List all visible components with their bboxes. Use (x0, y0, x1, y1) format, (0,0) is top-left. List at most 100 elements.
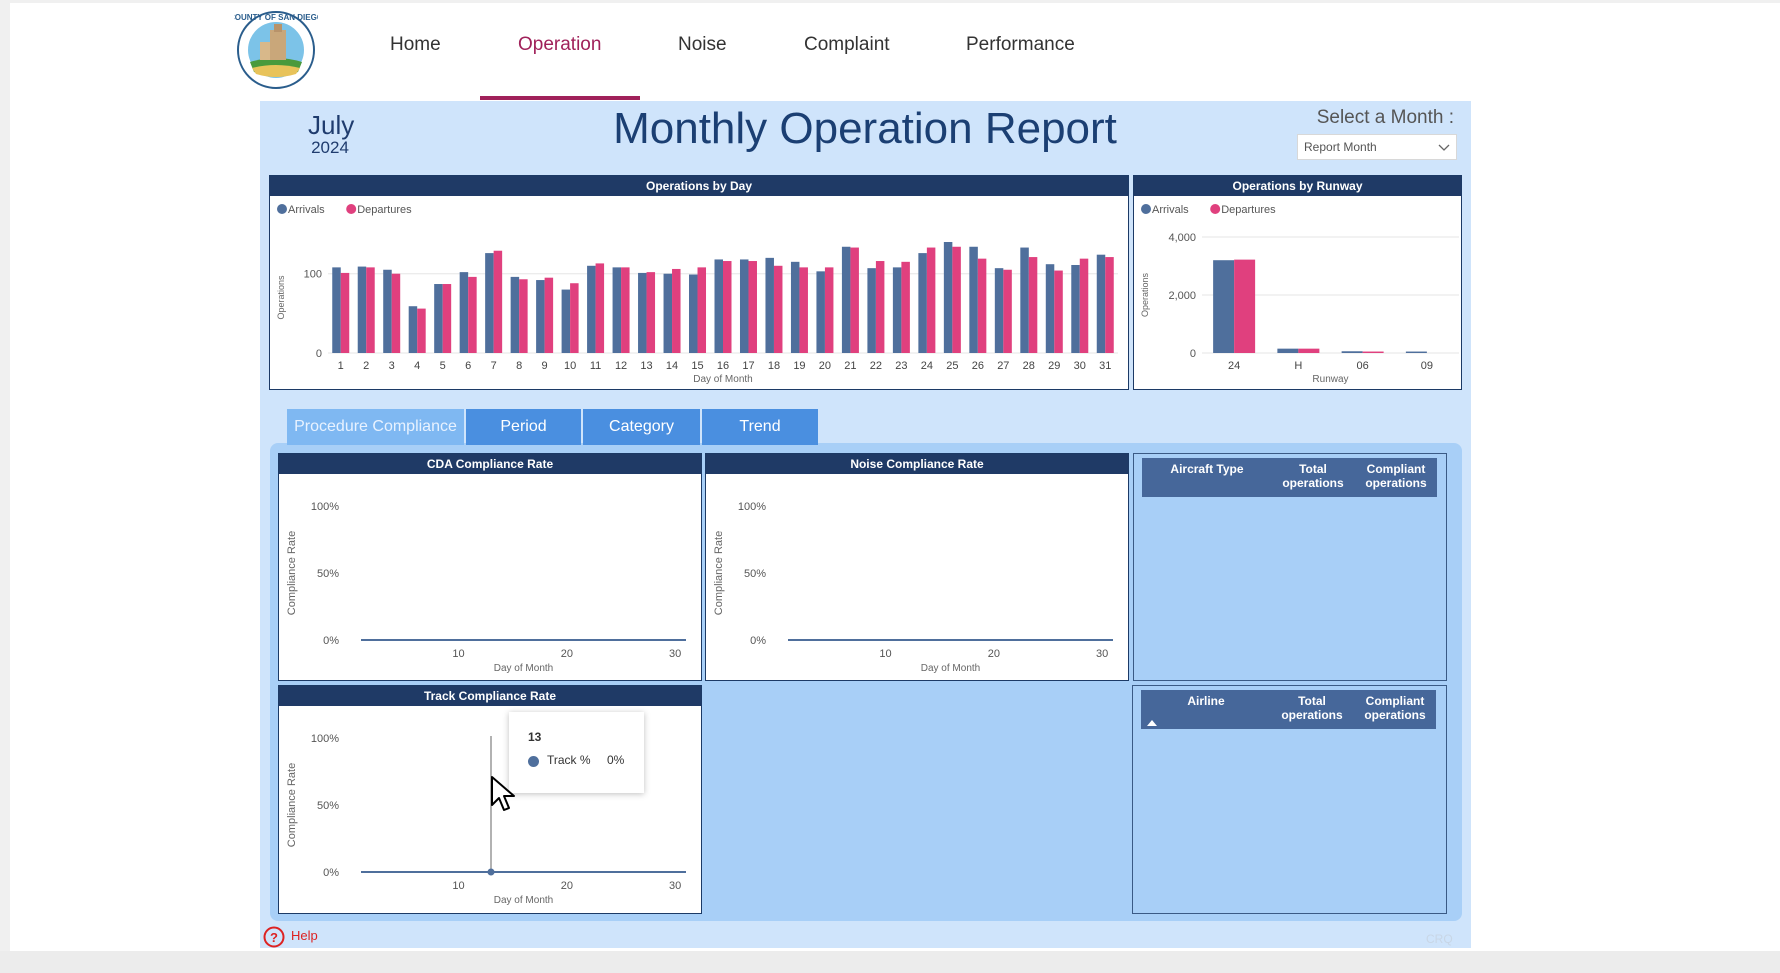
bar-arrivals (1071, 264, 1080, 353)
y-tick-label: 100 (304, 269, 322, 281)
airline-col-total[interactable]: Total operations (1277, 694, 1347, 722)
x-tick-label: 10 (452, 880, 464, 892)
noise-compliance-title: Noise Compliance Rate (706, 454, 1128, 474)
x-tick-label: 13 (640, 360, 652, 372)
x-tick-label: 06 (1357, 360, 1369, 372)
nav-performance[interactable]: Performance (966, 34, 1075, 56)
x-axis-label: Day of Month (494, 663, 553, 674)
page-title: Monthly Operation Report (613, 104, 1117, 153)
sort-up-icon[interactable] (1147, 720, 1157, 726)
bar-departures (570, 283, 579, 353)
month-select[interactable]: Report Month (1297, 134, 1457, 160)
bar-arrivals (841, 246, 851, 353)
bar-arrivals (1213, 260, 1235, 353)
x-tick-label: H (1294, 360, 1302, 372)
x-tick-label: 1 (338, 360, 344, 372)
x-tick-label: 9 (542, 360, 548, 372)
bar-departures (901, 261, 910, 353)
bar-arrivals (969, 246, 978, 353)
y-tick-label: 100% (311, 733, 339, 745)
y-axis-label: Compliance Rate (713, 531, 725, 615)
nav-home[interactable]: Home (390, 34, 441, 56)
nav-noise[interactable]: Noise (678, 34, 727, 56)
y-axis-label: Compliance Rate (286, 531, 298, 615)
bar-departures (850, 247, 859, 353)
cda-compliance-chart[interactable]: 0% 50% 100% 10 20 30 Day of Month Compliance Ra… (279, 474, 701, 680)
bar-arrivals (1405, 351, 1427, 353)
aircraft-col-compliant[interactable]: Compliant operations (1358, 462, 1434, 490)
bar-departures (926, 247, 936, 353)
tab-category[interactable]: Category (583, 409, 700, 445)
bar-departures (1054, 270, 1063, 353)
x-tick-label: 30 (669, 880, 681, 892)
bar-departures (493, 250, 503, 353)
track-compliance-title: Track Compliance Rate (279, 686, 701, 706)
x-tick-label: 20 (561, 880, 573, 892)
bar-arrivals (765, 257, 774, 353)
bar-arrivals (587, 265, 596, 353)
select-month-label: Select a Month : (1316, 107, 1454, 128)
legend-marker (1210, 204, 1221, 214)
x-tick-label: 31 (1099, 360, 1111, 372)
tooltip-series: Track % (547, 753, 591, 767)
bar-arrivals (994, 268, 1004, 353)
bar-arrivals (459, 272, 469, 353)
x-tick-label: 15 (691, 360, 703, 372)
svg-text:COUNTY OF SAN DIEGO: COUNTY OF SAN DIEGO (234, 13, 318, 22)
bar-arrivals (408, 306, 418, 353)
bar-arrivals (383, 269, 392, 353)
cda-compliance-card: CDA Compliance Rate 0% 50% 100% 10 20 30 Day o… (278, 453, 702, 681)
y-axis-label: Operations (1140, 272, 1150, 317)
x-tick-label: 10 (564, 360, 576, 372)
x-tick-label: 18 (768, 360, 780, 372)
nav-operation[interactable]: Operation (518, 34, 601, 56)
bar-arrivals (536, 280, 545, 353)
x-tick-label: 3 (389, 360, 395, 372)
airline-table[interactable]: Airline Total operations Compliant opera… (1132, 685, 1447, 914)
bar-arrivals (612, 267, 622, 353)
bar-arrivals (739, 259, 749, 353)
x-tick-label: 4 (414, 360, 420, 372)
x-tick-label: 2 (363, 360, 369, 372)
ops-by-day-chart[interactable]: Arrivals Departures01001 2 3 4 5 6 7 8 9 10 11 12 13 1… (270, 196, 1128, 389)
tab-procedure-compliance[interactable]: Procedure Compliance (287, 409, 464, 445)
bar-departures (977, 258, 987, 353)
month-select-value: Report Month (1304, 140, 1377, 154)
bar-arrivals (867, 268, 876, 353)
aircraft-table-header: Aircraft Type Total operations Compliant… (1142, 458, 1437, 497)
x-tick-label: 17 (742, 360, 754, 372)
ops-by-runway-title: Operations by Runway (1134, 176, 1461, 196)
x-axis-label: Day of Month (921, 663, 980, 674)
help-icon[interactable]: ? (263, 926, 285, 948)
aircraft-type-table[interactable]: Aircraft Type Total operations Compliant… (1133, 453, 1447, 681)
legend-label: Arrivals (1152, 204, 1189, 216)
aircraft-col-total[interactable]: Total operations (1278, 462, 1348, 490)
help-link[interactable]: Help (291, 928, 318, 943)
bar-arrivals (790, 261, 800, 353)
bar-departures (1003, 269, 1012, 353)
noise-compliance-chart[interactable]: 0% 50% 100% 10 20 30 Day of Month Compliance Ra… (706, 474, 1128, 680)
airline-col-name[interactable]: Airline (1151, 694, 1261, 708)
noise-compliance-card: Noise Compliance Rate 0% 50% 100% 10 20 30 Day… (705, 453, 1129, 681)
nav-complaint[interactable]: Complaint (804, 34, 890, 56)
x-tick-label: 20 (561, 648, 573, 660)
tab-trend[interactable]: Trend (702, 409, 818, 445)
x-axis-label: Runway (1312, 374, 1348, 385)
x-tick-label: 24 (1228, 360, 1240, 372)
x-tick-label: 22 (870, 360, 882, 372)
bar-departures (442, 284, 452, 353)
county-seal-logo[interactable]: COUNTY OF SAN DIEGO (234, 10, 318, 90)
bar-departures (1234, 259, 1256, 353)
bar-arrivals (332, 267, 341, 353)
y-tick-label: 50% (744, 568, 766, 580)
bar-arrivals (638, 272, 647, 353)
y-tick-label: 0 (316, 348, 322, 360)
airline-col-compliant[interactable]: Compliant operations (1357, 694, 1433, 722)
ops-by-runway-chart[interactable]: Arrivals Departures 0 2,000 4,000 24 H 06 09 Runw… (1134, 196, 1461, 389)
bar-arrivals (1277, 348, 1299, 353)
tab-period[interactable]: Period (466, 409, 581, 445)
y-axis-label: Operations (276, 275, 286, 320)
nav-active-underline (480, 96, 640, 100)
aircraft-col-type[interactable]: Aircraft Type (1152, 462, 1262, 476)
x-tick-label: 28 (1023, 360, 1035, 372)
